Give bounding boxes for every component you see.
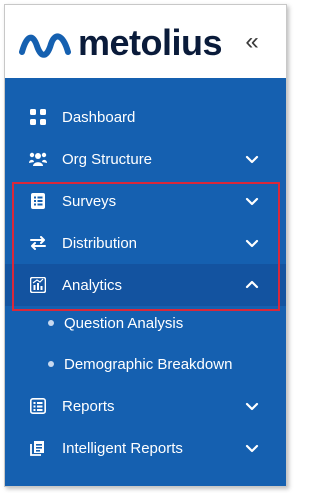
nav-item-reports[interactable]: Reports <box>5 385 286 427</box>
sidebar-nav: Dashboard Org Structure Surveys Distribu… <box>5 78 286 486</box>
arrows-exchange-icon <box>29 234 47 252</box>
sidebar-header: metolius « <box>5 5 286 78</box>
chart-icon <box>29 276 47 294</box>
chevron-down-icon[interactable] <box>245 152 259 166</box>
nav-item-dashboard[interactable]: Dashboard <box>5 96 286 138</box>
people-icon <box>29 150 47 168</box>
chevron-down-icon[interactable] <box>245 399 259 413</box>
sidebar-frame: metolius « Dashboard Org Structure Surve… <box>4 4 287 487</box>
nav-item-label: Reports <box>62 397 115 415</box>
nav-item-intelligent-reports[interactable]: Intelligent Reports <box>5 427 286 469</box>
collapse-sidebar-button[interactable]: « <box>239 30 265 54</box>
nav-subitem-label: Question Analysis <box>64 314 184 332</box>
chevron-down-icon[interactable] <box>245 194 259 208</box>
nav-subitem-label: Demographic Breakdown <box>64 355 233 373</box>
nav-item-label: Intelligent Reports <box>62 439 183 457</box>
chevron-down-icon[interactable] <box>245 441 259 455</box>
nav-item-label: Dashboard <box>62 108 136 126</box>
nav-item-distribution[interactable]: Distribution <box>5 222 286 264</box>
chevron-down-icon[interactable] <box>245 236 259 250</box>
nav-item-org-structure[interactable]: Org Structure <box>5 138 286 180</box>
nav-subitem-demographic-breakdown[interactable]: Demographic Breakdown <box>5 345 286 383</box>
nav-subitem-question-analysis[interactable]: Question Analysis <box>5 304 286 342</box>
double-chevron-left-icon: « <box>245 28 259 55</box>
chevron-up-icon[interactable] <box>245 278 259 292</box>
metolius-logo-icon <box>19 33 71 58</box>
brand-name: metolius <box>78 22 223 63</box>
document-stack-icon <box>29 439 47 457</box>
nav-item-label: Distribution <box>62 234 138 252</box>
nav-item-surveys[interactable]: Surveys <box>5 180 286 222</box>
report-icon <box>29 397 47 415</box>
list-icon <box>29 192 47 210</box>
nav-item-label: Analytics <box>62 276 123 294</box>
bullet-icon <box>48 320 54 326</box>
nav-item-label: Org Structure <box>62 150 153 168</box>
grid-icon <box>29 108 47 126</box>
nav-item-label: Surveys <box>62 192 117 210</box>
bullet-icon <box>48 361 54 367</box>
nav-item-analytics[interactable]: Analytics <box>5 264 286 306</box>
